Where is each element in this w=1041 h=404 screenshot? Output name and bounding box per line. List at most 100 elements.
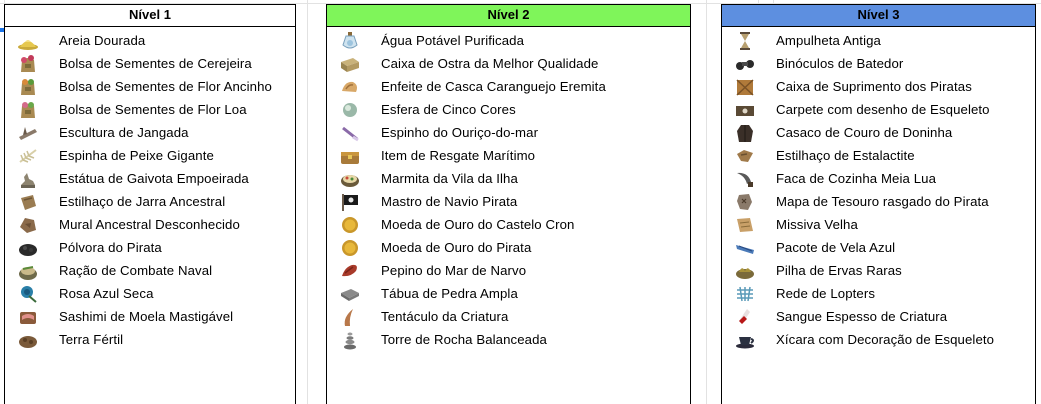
item-list: Areia Dourada Bolsa de Sementes de Cerej… bbox=[5, 27, 295, 351]
list-item[interactable]: Mural Ancestral Desconhecido bbox=[5, 213, 295, 236]
list-item[interactable]: Moeda de Ouro do Castelo Cron bbox=[327, 213, 690, 236]
seed-bag-icon bbox=[17, 54, 39, 74]
item-list: Ampulheta Antiga Binóculos de Batedor Ca… bbox=[722, 27, 1035, 351]
item-label: Água Potável Purificada bbox=[381, 33, 525, 48]
skull-carpet-icon bbox=[734, 100, 756, 120]
list-item[interactable]: Ração de Combate Naval bbox=[5, 259, 295, 282]
list-item[interactable]: Carpete com desenho de Esqueleto bbox=[722, 98, 1035, 121]
list-item[interactable]: Bolsa de Sementes de Flor Ancinho bbox=[5, 75, 295, 98]
list-item[interactable]: Esfera de Cinco Cores bbox=[327, 98, 690, 121]
list-item[interactable]: Marmita da Vila da Ilha bbox=[327, 167, 690, 190]
water-flask-icon bbox=[339, 31, 361, 51]
list-item[interactable]: Estátua de Gaivota Empoeirada bbox=[5, 167, 295, 190]
list-item[interactable]: Pilha de Ervas Raras bbox=[722, 259, 1035, 282]
list-item[interactable]: Item de Resgate Marítimo bbox=[327, 144, 690, 167]
item-label: Pacote de Vela Azul bbox=[776, 240, 896, 255]
list-item[interactable]: Torre de Rocha Balanceada bbox=[327, 328, 690, 351]
list-item[interactable]: Pólvora do Pirata bbox=[5, 236, 295, 259]
item-label: Enfeite de Casca Caranguejo Eremita bbox=[381, 79, 606, 94]
item-label: Mastro de Navio Pirata bbox=[381, 194, 518, 209]
list-item[interactable]: Moeda de Ouro do Pirata bbox=[327, 236, 690, 259]
table-header[interactable]: Nível 2 bbox=[327, 4, 690, 27]
item-label: Espinho do Ouriço-do-mar bbox=[381, 125, 539, 140]
list-item[interactable]: Tábua de Pedra Ampla bbox=[327, 282, 690, 305]
list-item[interactable]: Bolsa de Sementes de Cerejeira bbox=[5, 52, 295, 75]
list-item[interactable]: Rede de Lopters bbox=[722, 282, 1035, 305]
item-label: Mural Ancestral Desconhecido bbox=[59, 217, 240, 232]
item-label: Moeda de Ouro do Pirata bbox=[381, 240, 532, 255]
list-item[interactable]: Casaco de Couro de Doninha bbox=[722, 121, 1035, 144]
list-item[interactable]: Pacote de Vela Azul bbox=[722, 236, 1035, 259]
list-item[interactable]: Rosa Azul Seca bbox=[5, 282, 295, 305]
list-item[interactable]: Espinha de Peixe Gigante bbox=[5, 144, 295, 167]
list-item[interactable]: Sangue Espesso de Criatura bbox=[722, 305, 1035, 328]
list-item[interactable]: Binóculos de Batedor bbox=[722, 52, 1035, 75]
grid-line bbox=[706, 0, 707, 404]
list-item[interactable]: Xícara com Decoração de Esqueleto bbox=[722, 328, 1035, 351]
item-list: Água Potável Purificada Caixa de Ostra d… bbox=[327, 27, 690, 351]
item-label: Mapa de Tesouro rasgado do Pirata bbox=[776, 194, 989, 209]
list-item[interactable]: Terra Fértil bbox=[5, 328, 295, 351]
item-label: Estátua de Gaivota Empoeirada bbox=[59, 171, 249, 186]
item-label: Torre de Rocha Balanceada bbox=[381, 332, 547, 347]
list-item[interactable]: Enfeite de Casca Caranguejo Eremita bbox=[327, 75, 690, 98]
leather-coat-icon bbox=[734, 123, 756, 143]
list-item[interactable]: Areia Dourada bbox=[5, 29, 295, 52]
list-item[interactable]: Ampulheta Antiga bbox=[722, 29, 1035, 52]
table-header[interactable]: Nível 3 bbox=[722, 4, 1035, 27]
list-item[interactable]: Pepino do Mar de Narvo bbox=[327, 259, 690, 282]
stalactite-shard-icon bbox=[734, 146, 756, 166]
item-label: Pólvora do Pirata bbox=[59, 240, 162, 255]
hermit-shell-icon bbox=[339, 77, 361, 97]
list-item[interactable]: Água Potável Purificada bbox=[327, 29, 690, 52]
table-nivel-3: Nível 3 Ampulheta Antiga Binóculos de Ba… bbox=[721, 4, 1036, 404]
list-item[interactable]: Missiva Velha bbox=[722, 213, 1035, 236]
item-label: Rosa Azul Seca bbox=[59, 286, 154, 301]
list-item[interactable]: Mastro de Navio Pirata bbox=[327, 190, 690, 213]
list-item[interactable]: Mapa de Tesouro rasgado do Pirata bbox=[722, 190, 1035, 213]
seed-bag-icon bbox=[17, 77, 39, 97]
item-label: Escultura de Jangada bbox=[59, 125, 189, 140]
item-label: Casaco de Couro de Doninha bbox=[776, 125, 953, 140]
oyster-box-icon bbox=[339, 54, 361, 74]
blue-rose-icon bbox=[17, 284, 39, 304]
item-label: Faca de Cozinha Meia Lua bbox=[776, 171, 937, 186]
item-label: Marmita da Vila da Ilha bbox=[381, 171, 518, 186]
stacked-rocks-icon bbox=[339, 330, 361, 350]
table-nivel-2: Nível 2 Água Potável Purificada Caixa de… bbox=[326, 4, 691, 404]
hourglass-icon bbox=[734, 31, 756, 51]
grid-line bbox=[307, 0, 308, 404]
five-color-orb-icon bbox=[339, 100, 361, 120]
seed-bag-icon bbox=[17, 100, 39, 120]
list-item[interactable]: Escultura de Jangada bbox=[5, 121, 295, 144]
item-label: Moeda de Ouro do Castelo Cron bbox=[381, 217, 575, 232]
item-label: Esfera de Cinco Cores bbox=[381, 102, 516, 117]
list-item[interactable]: Caixa de Suprimento dos Piratas bbox=[722, 75, 1035, 98]
old-letter-icon bbox=[734, 215, 756, 235]
skull-teacup-icon bbox=[734, 330, 756, 350]
item-label: Pepino do Mar de Narvo bbox=[381, 263, 527, 278]
list-item[interactable]: Bolsa de Sementes de Flor Loa bbox=[5, 98, 295, 121]
item-label: Missiva Velha bbox=[776, 217, 858, 232]
item-label: Xícara com Decoração de Esqueleto bbox=[776, 332, 995, 347]
item-label: Bolsa de Sementes de Flor Ancinho bbox=[59, 79, 272, 94]
item-label: Terra Fértil bbox=[59, 332, 124, 347]
list-item[interactable]: Caixa de Ostra da Melhor Qualidade bbox=[327, 52, 690, 75]
herb-pile-icon bbox=[734, 261, 756, 281]
list-item[interactable]: Tentáculo da Criatura bbox=[327, 305, 690, 328]
treasure-map-icon bbox=[734, 192, 756, 212]
item-label: Sashimi de Moela Mastigável bbox=[59, 309, 234, 324]
blood-vial-icon bbox=[734, 307, 756, 327]
item-label: Espinha de Peixe Gigante bbox=[59, 148, 214, 163]
item-label: Caixa de Suprimento dos Piratas bbox=[776, 79, 972, 94]
list-item[interactable]: Faca de Cozinha Meia Lua bbox=[722, 167, 1035, 190]
item-label: Rede de Lopters bbox=[776, 286, 876, 301]
jar-shard-icon bbox=[17, 192, 39, 212]
list-item[interactable]: Estilhaço de Estalactite bbox=[722, 144, 1035, 167]
list-item[interactable]: Sashimi de Moela Mastigável bbox=[5, 305, 295, 328]
list-item[interactable]: Estilhaço de Jarra Ancestral bbox=[5, 190, 295, 213]
list-item[interactable]: Espinho do Ouriço-do-mar bbox=[327, 121, 690, 144]
fertile-soil-icon bbox=[17, 330, 39, 350]
blue-sail-icon bbox=[734, 238, 756, 258]
table-header[interactable]: Nível 1 bbox=[5, 4, 295, 27]
